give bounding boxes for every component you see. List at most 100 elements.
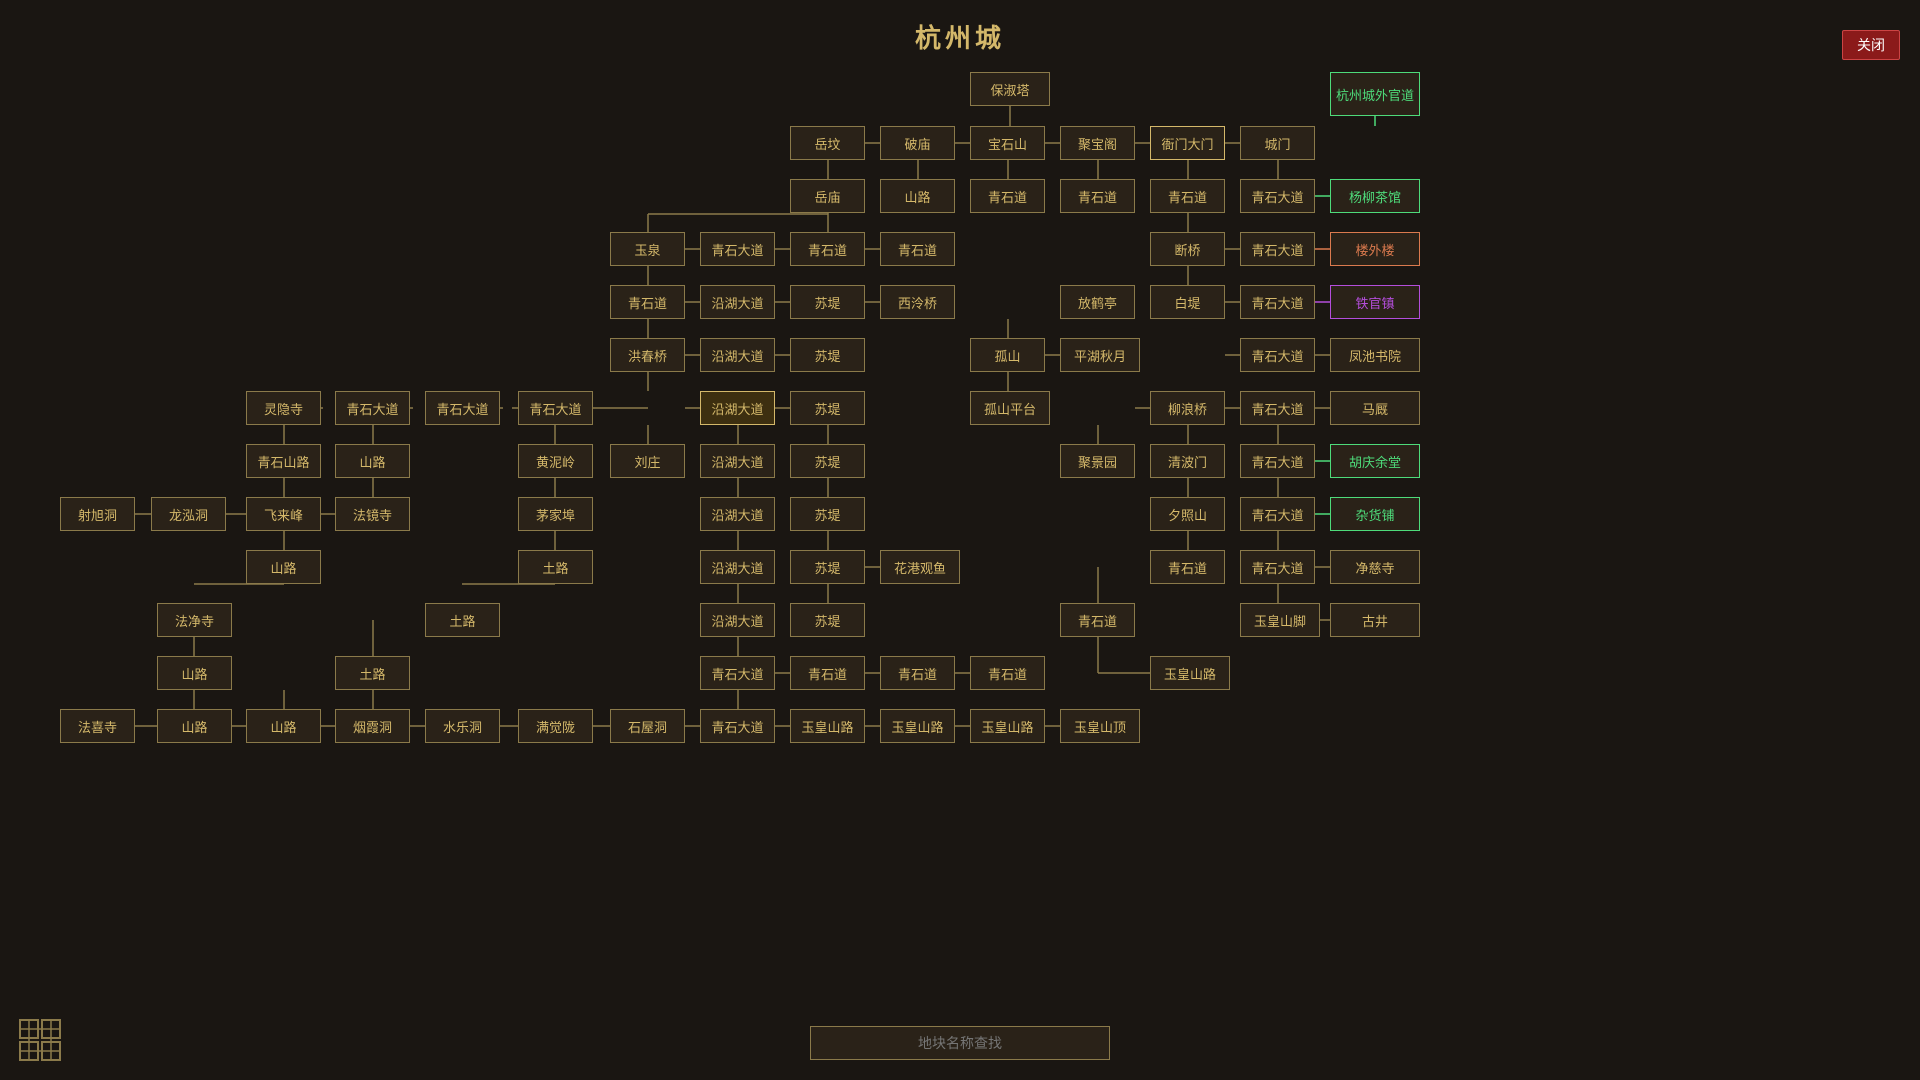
node-ma_yuan[interactable]: 马厩	[1330, 391, 1420, 425]
node-yu_huang_shanlv3[interactable]: 玉皇山路	[880, 709, 955, 743]
node-liu_zhuang[interactable]: 刘庄	[610, 444, 685, 478]
node-su_di_4[interactable]: 苏堤	[790, 444, 865, 478]
node-yan_hu_dadao_6[interactable]: 沿湖大道	[700, 603, 775, 637]
node-qing_shi_dadao_8[interactable]: 青石大道	[518, 391, 593, 425]
node-fa_xi_si[interactable]: 法喜寺	[60, 709, 135, 743]
node-yan_hu_dadao_active[interactable]: 沿湖大道	[700, 391, 775, 425]
node-yu_huang_shanlv4[interactable]: 玉皇山路	[970, 709, 1045, 743]
node-hu_qing_yutang[interactable]: 胡庆余堂	[1330, 444, 1420, 478]
node-shan_lu_4[interactable]: 山路	[157, 656, 232, 690]
node-fei_lai_feng[interactable]: 飞来峰	[246, 497, 321, 531]
node-gu_shan[interactable]: 孤山	[970, 338, 1045, 372]
node-hangzhou_waiguan[interactable]: 杭州城外官道	[1330, 72, 1420, 116]
node-fa_jing_si[interactable]: 法镜寺	[335, 497, 410, 531]
node-shui_le_dong[interactable]: 水乐洞	[425, 709, 500, 743]
node-qing_shi_dadao_6[interactable]: 青石大道	[335, 391, 410, 425]
node-qing_shi_dadao_1[interactable]: 青石大道	[1240, 179, 1315, 213]
node-yu_quan[interactable]: 玉泉	[610, 232, 685, 266]
node-jing_ci_si[interactable]: 净慈寺	[1330, 550, 1420, 584]
node-su_di_1[interactable]: 苏堤	[790, 285, 865, 319]
node-hua_gang_guanyu[interactable]: 花港观鱼	[880, 550, 960, 584]
node-qing_shi_dao_6[interactable]: 青石道	[610, 285, 685, 319]
node-qing_shi_dao_4[interactable]: 青石道	[790, 232, 865, 266]
node-yu_huang_shanjiao[interactable]: 玉皇山脚	[1240, 603, 1320, 637]
node-su_di_6[interactable]: 苏堤	[790, 550, 865, 584]
node-shan_lu_2[interactable]: 山路	[335, 444, 410, 478]
node-qing_shi_dadao_13[interactable]: 青石大道	[700, 656, 775, 690]
node-qing_shi_dadao_14[interactable]: 青石大道	[700, 709, 775, 743]
node-shan_lu_6[interactable]: 山路	[246, 709, 321, 743]
node-qing_shi_dadao_10[interactable]: 青石大道	[1240, 444, 1315, 478]
node-yu_huang_shanding[interactable]: 玉皇山顶	[1060, 709, 1140, 743]
node-liu_lang_qiao[interactable]: 柳浪桥	[1150, 391, 1225, 425]
node-yan_xia_dong[interactable]: 烟霞洞	[335, 709, 410, 743]
node-qing_shi_dadao_2[interactable]: 青石大道	[700, 232, 775, 266]
node-qing_shi_dao_10[interactable]: 青石道	[880, 656, 955, 690]
node-baoshu_ta[interactable]: 保淑塔	[970, 72, 1050, 106]
node-yan_hu_dadao_4[interactable]: 沿湖大道	[700, 497, 775, 531]
node-qing_shi_dao_8[interactable]: 青石道	[1060, 603, 1135, 637]
node-duan_qiao[interactable]: 断桥	[1150, 232, 1225, 266]
node-shan_lu_5[interactable]: 山路	[157, 709, 232, 743]
node-ping_hu_qiu_yue[interactable]: 平湖秋月	[1060, 338, 1140, 372]
node-qing_shi_dadao_7[interactable]: 青石大道	[425, 391, 500, 425]
node-yan_hu_dadao_5[interactable]: 沿湖大道	[700, 550, 775, 584]
node-lou_wai_lou[interactable]: 楼外楼	[1330, 232, 1420, 266]
node-qing_bo_men[interactable]: 清波门	[1150, 444, 1225, 478]
node-ju_jing_yuan[interactable]: 聚景园	[1060, 444, 1135, 478]
close-button[interactable]: 关闭	[1842, 30, 1900, 60]
node-mao_jia_bu[interactable]: 茅家埠	[518, 497, 593, 531]
node-yangliu_chaguan[interactable]: 杨柳茶馆	[1330, 179, 1420, 213]
node-qing_shi_dao_11[interactable]: 青石道	[970, 656, 1045, 690]
node-qing_shi_dao_5[interactable]: 青石道	[880, 232, 955, 266]
node-hong_chun_qiao[interactable]: 洪春桥	[610, 338, 685, 372]
node-shan_lu_1[interactable]: 山路	[880, 179, 955, 213]
node-tu_lu_1[interactable]: 土路	[518, 550, 593, 584]
node-gu_shan_pingtai[interactable]: 孤山平台	[970, 391, 1050, 425]
node-ling_yin_si[interactable]: 灵隐寺	[246, 391, 321, 425]
node-fang_he_ting[interactable]: 放鹤亭	[1060, 285, 1135, 319]
node-bao_shi_shan[interactable]: 宝石山	[970, 126, 1045, 160]
node-qing_shi_dadao_11[interactable]: 青石大道	[1240, 497, 1315, 531]
node-shan_lu_3[interactable]: 山路	[246, 550, 321, 584]
node-huang_ni_ling[interactable]: 黄泥岭	[518, 444, 593, 478]
node-tie_guan_zhen[interactable]: 铁官镇	[1330, 285, 1420, 319]
node-yu_huang_shanlv2[interactable]: 玉皇山路	[790, 709, 865, 743]
node-qing_shi_dadao_9[interactable]: 青石大道	[1240, 391, 1315, 425]
node-gu_jing[interactable]: 古井	[1330, 603, 1420, 637]
node-zhongmen_damen[interactable]: 衙门大门	[1150, 126, 1225, 160]
node-qing_shi_dadao_12[interactable]: 青石大道	[1240, 550, 1315, 584]
node-yan_hu_dadao_3[interactable]: 沿湖大道	[700, 444, 775, 478]
node-ju_bao_ge[interactable]: 聚宝阁	[1060, 126, 1135, 160]
node-za_huo_pu[interactable]: 杂货铺	[1330, 497, 1420, 531]
node-xi_leng_qiao[interactable]: 西泠桥	[880, 285, 955, 319]
node-yan_hu_dadao_2[interactable]: 沿湖大道	[700, 338, 775, 372]
node-tu_lu_2[interactable]: 土路	[425, 603, 500, 637]
node-qing_shi_dao_2[interactable]: 青石道	[1060, 179, 1135, 213]
node-man_jue_long[interactable]: 满觉陇	[518, 709, 593, 743]
node-qing_shi_shanlv[interactable]: 青石山路	[246, 444, 321, 478]
node-qing_shi_dadao_4[interactable]: 青石大道	[1240, 285, 1315, 319]
search-bar[interactable]	[810, 1026, 1110, 1060]
node-qing_shi_dao_9[interactable]: 青石道	[790, 656, 865, 690]
node-cheng_men[interactable]: 城门	[1240, 126, 1315, 160]
node-yan_hu_dadao_1[interactable]: 沿湖大道	[700, 285, 775, 319]
node-su_di_2[interactable]: 苏堤	[790, 338, 865, 372]
node-she_xu_dong[interactable]: 射旭洞	[60, 497, 135, 531]
node-shi_wu_dong[interactable]: 石屋洞	[610, 709, 685, 743]
node-yue_miao[interactable]: 岳庙	[790, 179, 865, 213]
node-qing_shi_dao_1[interactable]: 青石道	[970, 179, 1045, 213]
node-po_miao[interactable]: 破庙	[880, 126, 955, 160]
node-fa_jing_si2[interactable]: 法净寺	[157, 603, 232, 637]
node-qing_shi_dao_3[interactable]: 青石道	[1150, 179, 1225, 213]
node-qing_shi_dadao_5[interactable]: 青石大道	[1240, 338, 1315, 372]
node-long_hong_dong[interactable]: 龙泓洞	[151, 497, 226, 531]
node-yu_huang_shanlv[interactable]: 玉皇山路	[1150, 656, 1230, 690]
node-xi_zhao_shan[interactable]: 夕照山	[1150, 497, 1225, 531]
node-su_di_7[interactable]: 苏堤	[790, 603, 865, 637]
node-qing_shi_dao_7[interactable]: 青石道	[1150, 550, 1225, 584]
node-feng_chi_shuyuan[interactable]: 凤池书院	[1330, 338, 1420, 372]
node-bai_di[interactable]: 白堤	[1150, 285, 1225, 319]
node-su_di_5[interactable]: 苏堤	[790, 497, 865, 531]
node-yue_fen[interactable]: 岳坟	[790, 126, 865, 160]
